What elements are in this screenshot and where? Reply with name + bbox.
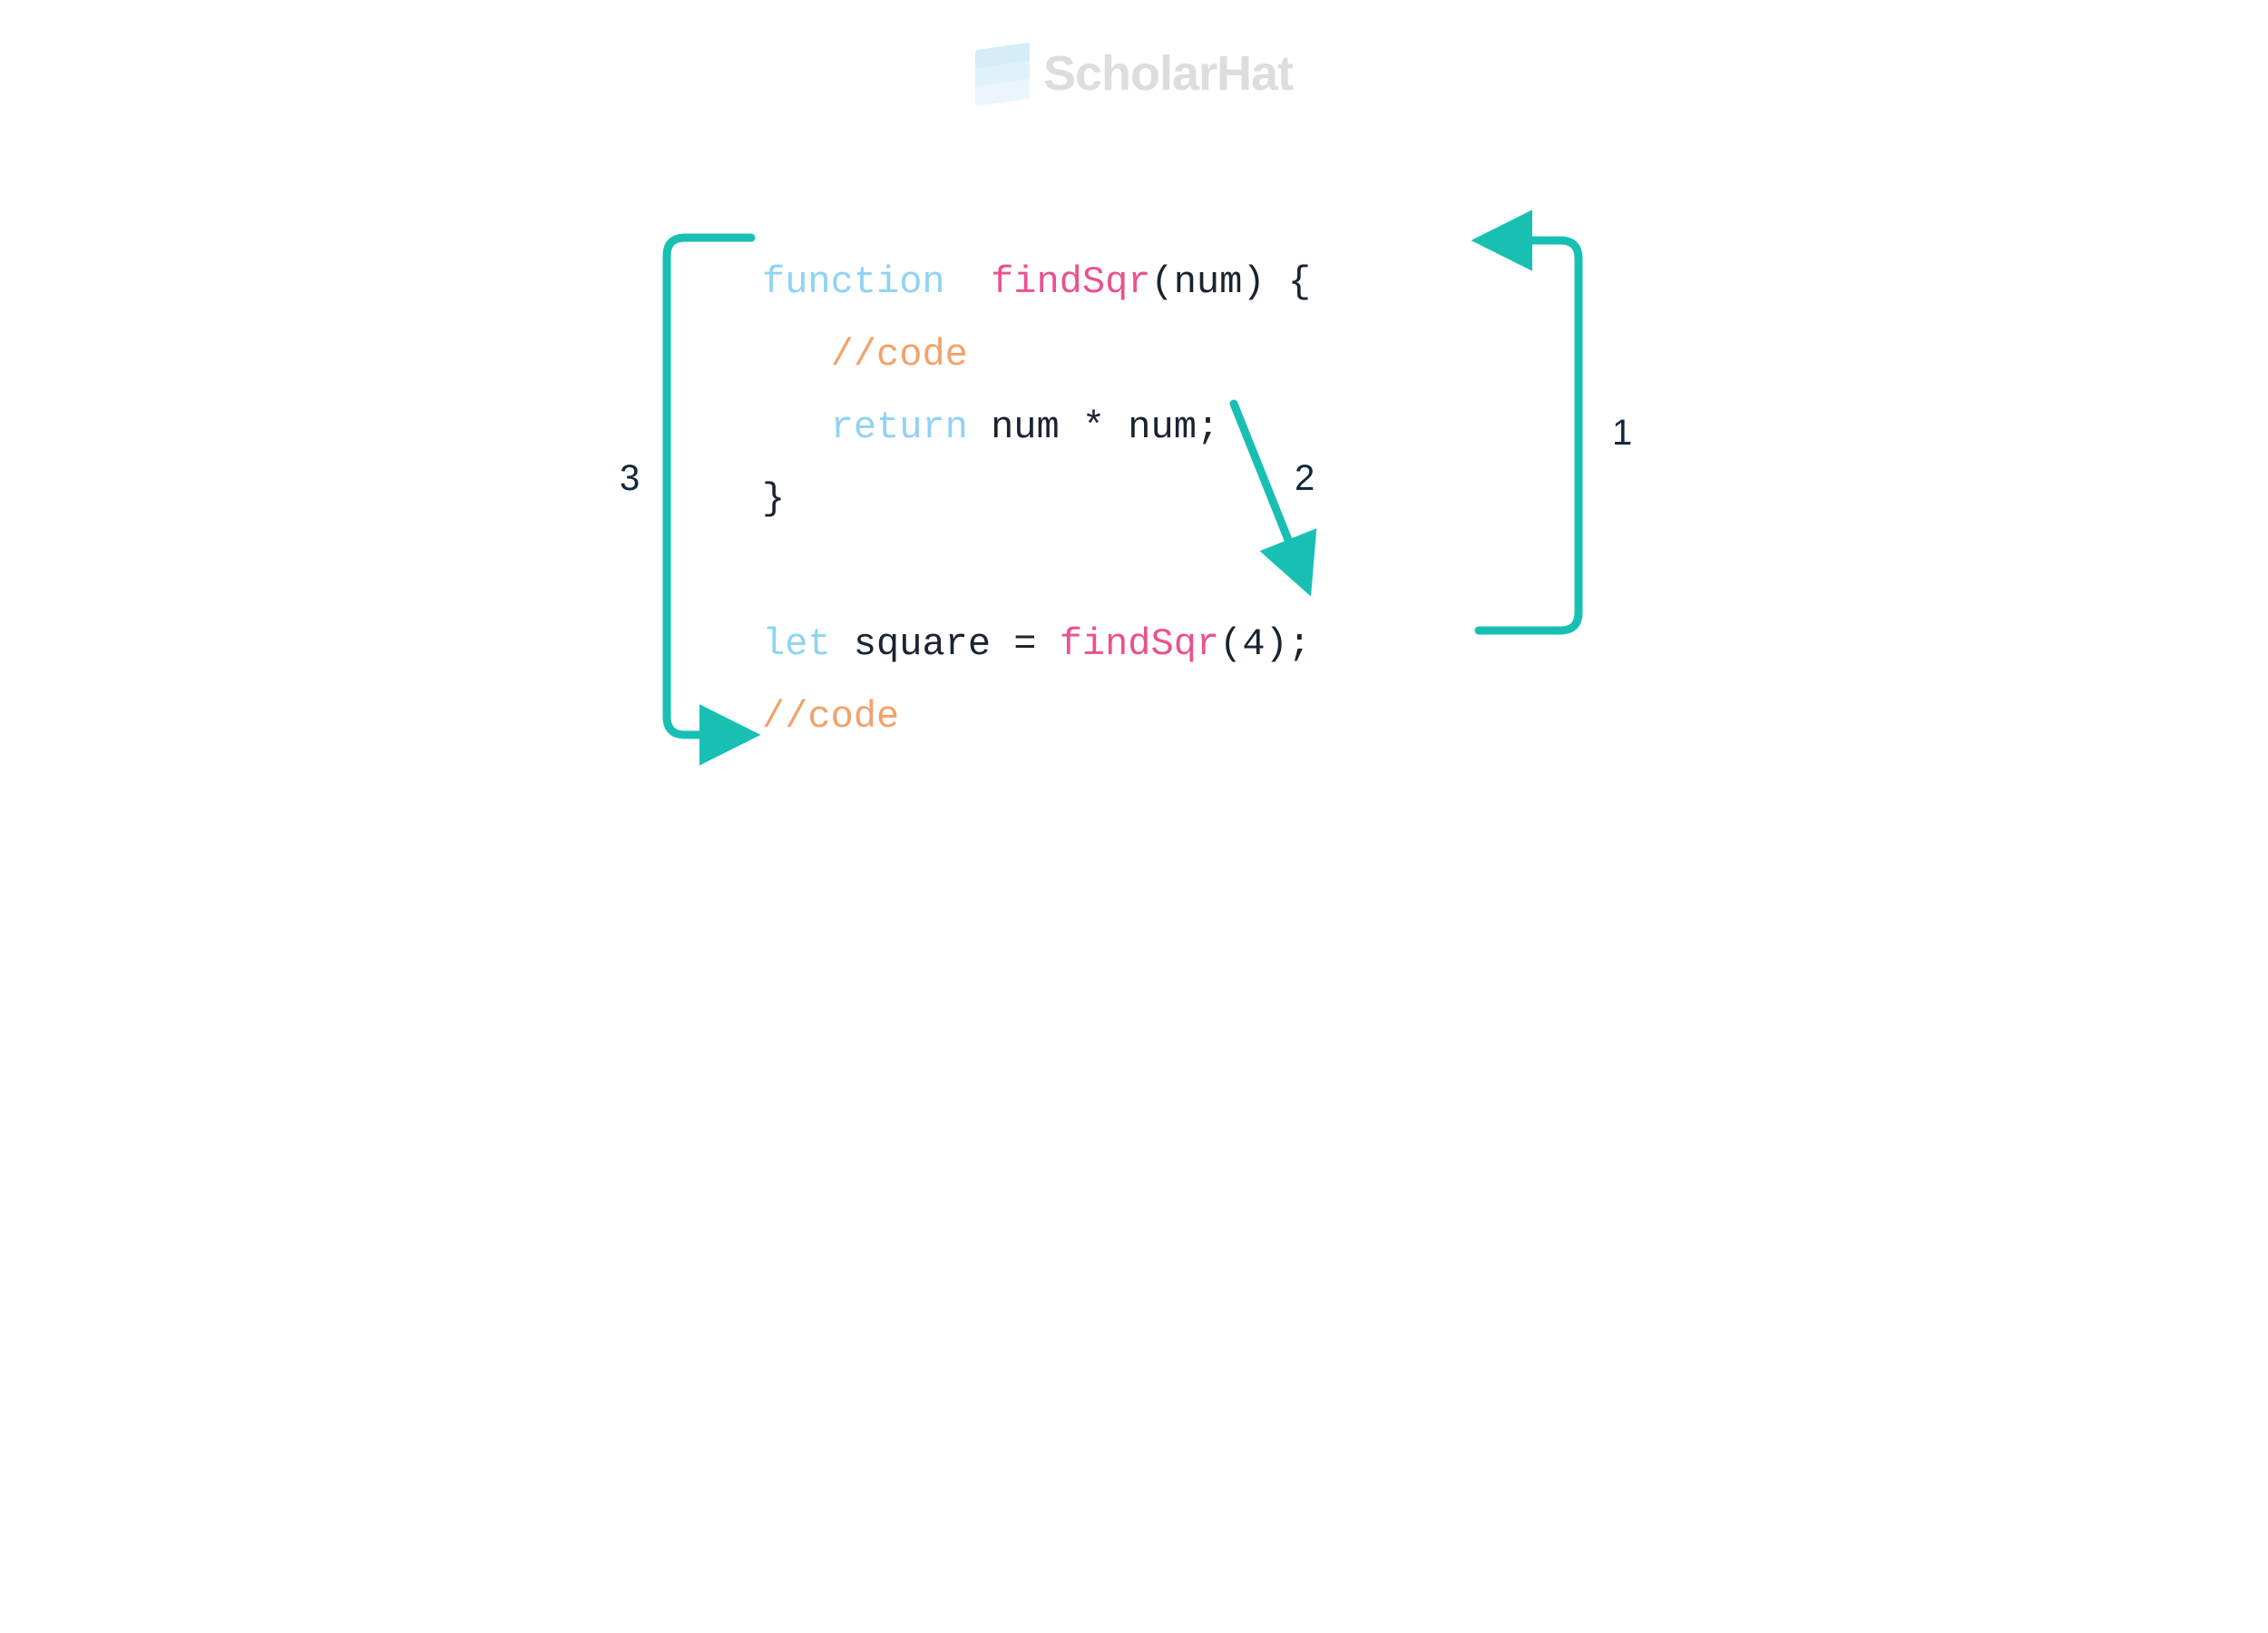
brand-watermark: ScholarHat (975, 45, 1293, 102)
step-label-1: 1 (1612, 413, 1632, 454)
brand-name: ScholarHat (1043, 45, 1293, 102)
brand-logo-icon (975, 46, 1030, 101)
comment-body: //code (831, 333, 968, 376)
call-name: findSqr (1060, 622, 1219, 666)
comment-after: //code (762, 695, 899, 738)
arrow-3 (667, 238, 751, 735)
return-expr: num * num; (991, 406, 1219, 449)
code-block: function findSqr(num) { //code return nu… (762, 247, 1311, 754)
step-label-2: 2 (1295, 458, 1315, 499)
arrow-1 (1479, 240, 1579, 631)
closing-brace: } (762, 477, 785, 521)
call-args: (4); (1219, 622, 1311, 666)
function-name: findSqr (991, 260, 1150, 304)
keyword-return: return (831, 406, 968, 449)
step-label-3: 3 (620, 458, 640, 499)
keyword-let: let (762, 622, 831, 666)
keyword-function: function (762, 260, 945, 304)
param-list: (num) { (1151, 260, 1311, 304)
assignment: square = (854, 622, 1060, 666)
